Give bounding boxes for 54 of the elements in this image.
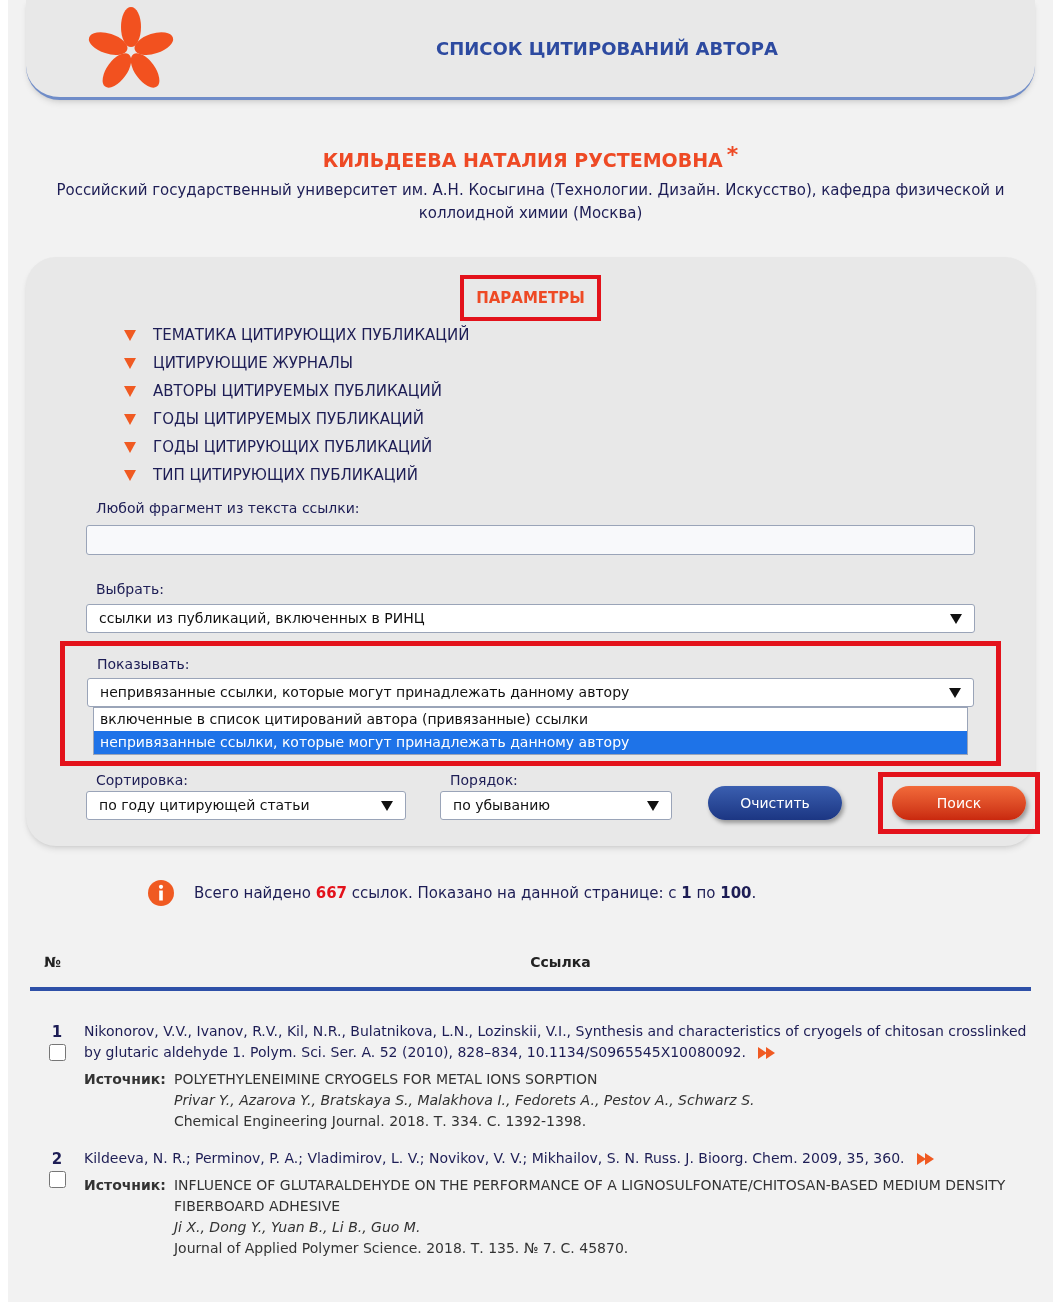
caret-icon: [381, 800, 393, 811]
row-number: 1: [51, 1022, 63, 1042]
author-name: КИЛЬДЕЕВА НАТАЛИЯ РУСТЕМОВНА: [322, 148, 723, 173]
triangle-icon: [124, 470, 136, 481]
row-checkbox[interactable]: [48, 1044, 66, 1061]
source-title: INFLUENCE OF GLUTARALDEHYDE ON THE PERFORMANCE OF A LIGNOSULFONATE/CHITOSAN-BASED MEDIUM DENSITY FIBERBOARD ADHESIVE: [173, 1176, 1007, 1216]
filter-section-link[interactable]: ТЕМАТИКА ЦИТИРУЮЩИХ ПУБЛИКАЦИЙ: [153, 325, 470, 346]
row-number: 2: [51, 1149, 63, 1169]
filter-section-link[interactable]: ГОДЫ ЦИТИРУЕМЫХ ПУБЛИКАЦИЙ: [153, 409, 425, 430]
field-label: Сортировка:: [96, 771, 189, 790]
source-authors: Ji X., Dong Y., Yuan B., Li B., Guo M.: [173, 1218, 422, 1237]
source-label: Источник:: [84, 1176, 166, 1195]
forward-icon[interactable]: [757, 1047, 776, 1059]
triangle-icon: [124, 386, 136, 397]
citation-text: Kildeeva, N. R.; Perminov, P. A.; Vladimirov, L. V.; Novikov, V. V.; Mikhailov, S. N. Russ. J. Bioorg. Chem. 2009, 35, 360.: [84, 1148, 1031, 1169]
source-authors: Privar Y., Azarova Y., Bratskaya S., Malakhova I., Fedorets A., Pestov A., Schwarz S.: [173, 1091, 756, 1110]
author-affiliation: Российский государственный университет им. А.Н. Косыгина (Технологии. Дизайн. Искусство), кафедра физической и коллоидной химии (Москва): [55, 179, 1006, 224]
order-select[interactable]: по убыванию: [440, 791, 672, 820]
caret-icon: [950, 613, 962, 624]
triangle-icon: [124, 358, 136, 369]
parameters-title: ПАРАМЕТРЫ: [460, 274, 601, 321]
column-header: №: [43, 953, 62, 972]
field-label: Выбрать:: [96, 580, 165, 599]
field-label: Порядок:: [450, 771, 519, 790]
column-header: Ссылка: [529, 953, 592, 972]
filter-section-link[interactable]: ТИП ЦИТИРУЮЩИХ ПУБЛИКАЦИЙ: [153, 465, 418, 486]
field-label: Показывать:: [97, 656, 190, 672]
forward-icon[interactable]: [916, 1153, 935, 1165]
results-summary: Всего найдено 667 ссылок. Показано на данной странице: с 1 по 100.: [194, 882, 757, 904]
sort-select[interactable]: по году цитирующей статьи: [86, 791, 406, 820]
row-checkbox[interactable]: [48, 1171, 66, 1188]
source-journal: Journal of Applied Polymer Science. 2018. Т. 135. № 7. С. 45870.: [173, 1239, 630, 1258]
source-title: POLYETHYLENEIMINE CRYOGELS FOR METAL IONS SORPTION: [173, 1070, 599, 1089]
info-icon: [148, 880, 174, 906]
clear-button[interactable]: Очистить: [708, 786, 842, 820]
caret-icon: [647, 800, 659, 811]
triangle-icon: [124, 442, 136, 453]
triangle-icon: [124, 330, 136, 341]
caret-icon: [949, 687, 961, 698]
page-title: СПИСОК ЦИТИРОВАНИЙ АВТОРА: [436, 37, 778, 61]
triangle-icon: [124, 414, 136, 425]
asterisk-mark: *: [726, 146, 739, 164]
text-fragment-field[interactable]: [86, 525, 975, 555]
source-journal: Chemical Engineering Journal. 2018. Т. 334. С. 1392-1398.: [173, 1112, 588, 1131]
filter-section-link[interactable]: ЦИТИРУЮЩИЕ ЖУРНАЛЫ: [153, 353, 353, 374]
filter-section-link[interactable]: ГОДЫ ЦИТИРУЮЩИХ ПУБЛИКАЦИЙ: [153, 437, 433, 458]
dropdown-option[interactable]: непривязанные ссылки, которые могут принадлежать данному автору: [94, 731, 967, 754]
search-button[interactable]: Поиск: [892, 786, 1026, 820]
field-label: Любой фрагмент из текста ссылки:: [96, 499, 361, 518]
source-label: Источник:: [84, 1070, 166, 1089]
filter-section-link[interactable]: АВТОРЫ ЦИТИРУЕМЫХ ПУБЛИКАЦИЙ: [153, 381, 442, 402]
source-select[interactable]: ссылки из публикаций, включенных в РИНЦ: [86, 604, 975, 633]
citation-text: Nikonorov, V.V., Ivanov, R.V., Kil, N.R., Bulatnikova, L.N., Lozinskii, V.I., Synthesis and characteristics of cryogels of chitosan crosslinked by glutaric aldehyde 1. Polym. Sci. Ser. A. 52 (2010), 828–834, 10.1134/S0965545X10080092.: [84, 1022, 1028, 1062]
show-select[interactable]: непривязанные ссылки, которые могут принадлежать данному автору: [87, 678, 974, 707]
